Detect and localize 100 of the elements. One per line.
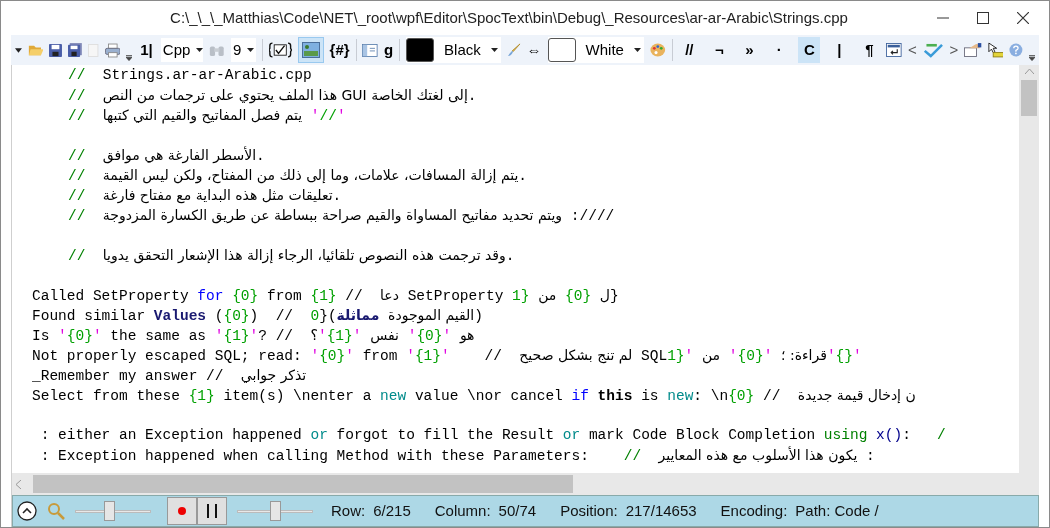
code-text: Is [32,328,51,344]
comment-marker: // [68,168,86,184]
checkbox-braces-icon[interactable] [269,41,292,59]
picture-icon [301,42,320,58]
comment-marker: // [68,188,86,204]
string-literal: ' [684,348,694,364]
keyword: this [596,388,633,404]
image-toggle[interactable] [297,37,324,63]
code-text: Found similar [32,308,147,324]
toolbar-toggle[interactable]: | [828,37,851,63]
caret-icon [633,48,641,52]
code-text: تعليقات مثل هذه البداية مع مفتاح فارغة. [101,188,342,204]
placeholder-text: 1} [667,348,685,364]
code-text: قراءة: ؛ [780,348,827,364]
brush-icon[interactable] [506,42,521,58]
save-all-icon[interactable] [68,42,83,58]
code-text: value \nor cancel [413,388,564,404]
toolbar-toggle[interactable]: » [738,37,761,63]
code-text: }( [319,308,337,324]
background-color-dropdown[interactable]: White [547,37,644,63]
code-text: from [265,288,303,304]
palette-icon[interactable] [649,42,666,58]
scrollbar-thumb[interactable] [1021,80,1037,116]
code-text: Not properly escaped SQL; read: [32,348,303,364]
overflow-icon[interactable] [126,55,133,61]
string-literal: '{0}' [407,328,452,344]
scrollbar-thumb[interactable] [33,475,573,493]
pause-icon [207,504,217,518]
code-text: item(s) \nenter a [222,388,373,404]
placeholder-text: {1} [188,388,215,404]
language-dropdown[interactable]: Cpp [160,38,204,62]
slider-thumb[interactable] [104,501,116,521]
type-name: مماثلة [336,308,380,324]
code-text: نفس [369,328,400,344]
toolbar-toggle[interactable]: C [798,37,821,63]
code-text: القيم الموجودة [387,308,475,324]
code-text: هو [458,328,475,344]
vertical-scrollbar[interactable] [1019,65,1039,473]
cursor-ruler-icon[interactable] [987,41,1004,59]
string-literal: '{}' [826,348,862,364]
toolbar-toggle[interactable]: ¶ [858,37,881,63]
keyword: or [310,427,328,443]
hand-pointer-icon[interactable] [964,42,982,58]
comment-marker: // [68,148,86,164]
font-size-dropdown[interactable]: 9 [230,38,257,62]
code-text: forgot to fill the Result [335,427,556,443]
caret-icon [490,48,498,52]
placeholder-text: 0 [310,308,320,324]
foreground-color-dropdown[interactable]: Black [406,37,501,63]
scroll-up-icon[interactable] [1024,69,1034,74]
comment-marker: // [68,208,86,224]
keyword: using [823,427,868,443]
caret-icon[interactable] [15,47,22,53]
code-text: Select from these [32,388,181,404]
comment-marker: // [68,248,86,264]
status-field: Column: 50/74 [434,499,537,523]
caret-icon [196,48,204,52]
printer-icon[interactable] [104,42,121,58]
caret-icon [247,48,255,52]
word-wrap-icon[interactable] [886,42,902,58]
code-text: يكون هذا الأسلوب مع هذه المعايير : [657,448,875,464]
code-text: is [640,388,660,404]
window-title: C:\_\_\_Matthias\Code\NET\_root\wpf\Editor\SpocText\bin\Debug\_Resources\ar-ar-Arabic\Strings.cpp [170,7,848,28]
region-button[interactable]: {#} [329,38,350,62]
toolbar-toggle[interactable]: // [678,37,701,63]
spell-check-icon[interactable] [922,42,944,58]
code-text: mark Code Block Completion [587,427,817,443]
swap-button[interactable]: ⇔ [526,38,542,62]
comment-marker: / [937,427,946,443]
comment-marker: // [68,67,86,83]
save-icon[interactable] [49,42,63,58]
comment-marker: // [68,88,86,104]
scroll-left-icon[interactable] [16,479,21,489]
close-icon[interactable] [1017,12,1029,24]
method-name: x() [875,427,903,443]
help-icon[interactable] [1009,42,1023,58]
type-name: Values [153,308,207,324]
code-text: : [902,427,912,443]
code-text: the same as [109,328,208,344]
toolbar-toggle[interactable]: · [768,37,791,63]
columns-icon[interactable] [362,42,379,58]
code-text: Strings.ar-ar-Arabic.cpp [101,67,312,83]
next-button[interactable]: > [949,38,959,62]
grid-button[interactable]: g [384,38,394,62]
line-numbers-button[interactable]: 1| [138,38,155,62]
code-text: : either an Exception happened [39,427,303,443]
maximize-icon[interactable] [977,12,989,24]
slider-thumb[interactable] [269,501,281,521]
code-text: : Exception happened when calling Method with these Parameters: [39,448,590,464]
string-literal: '{0}' [728,348,773,364]
code-text: ل} [598,288,619,304]
collapse-icon[interactable] [17,501,37,521]
pause-button[interactable] [197,497,227,525]
code-text: من [537,288,558,304]
previous-button[interactable]: < [907,38,917,62]
string-literal: '//' [310,108,346,124]
overflow-icon[interactable] [1028,55,1035,61]
toolbar-toggle[interactable]: ¬ [708,37,731,63]
horizontal-scrollbar[interactable] [12,473,1019,495]
placeholder-text: 1} [512,288,530,304]
